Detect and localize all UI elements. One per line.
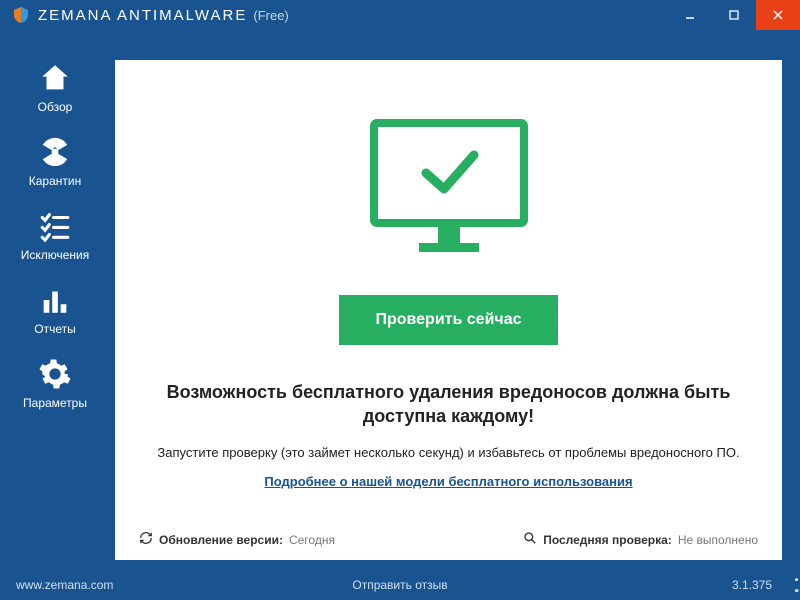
sidebar-item-settings[interactable]: Параметры [23, 356, 87, 410]
monitor-check-icon [364, 115, 534, 270]
sidebar-item-label: Отчеты [34, 322, 75, 336]
sidebar-item-reports[interactable]: Отчеты [34, 282, 75, 336]
window-controls [668, 0, 800, 30]
close-button[interactable] [756, 0, 800, 30]
gear-icon [37, 356, 73, 392]
footer: www.zemana.com Отправить отзыв 3.1.375 •… [0, 570, 800, 600]
subtext: Запустите проверку (это займет несколько… [157, 445, 739, 460]
headline-text: Возможность бесплатного удаления вредоно… [135, 380, 762, 429]
sidebar: Обзор Карантин Исключения [0, 60, 110, 410]
app-edition: (Free) [253, 8, 288, 23]
sidebar-item-label: Параметры [23, 396, 87, 410]
maximize-button[interactable] [712, 0, 756, 30]
minimize-button[interactable] [668, 0, 712, 30]
sidebar-item-exclusions[interactable]: Исключения [21, 208, 90, 262]
app-title: ZEMANA ANTIMALWARE [38, 7, 247, 24]
update-value: Сегодня [289, 533, 335, 547]
learn-more-link[interactable]: Подробнее о нашей модели бесплатного исп… [264, 474, 632, 489]
titlebar: ZEMANA ANTIMALWARE (Free) [0, 0, 800, 30]
sidebar-item-quarantine[interactable]: Карантин [29, 134, 81, 188]
sidebar-item-label: Карантин [29, 174, 81, 188]
scan-now-button[interactable]: Проверить сейчас [339, 295, 557, 345]
checklist-icon [37, 208, 73, 244]
version-text: 3.1.375 [732, 578, 772, 592]
app-logo-icon [12, 6, 30, 24]
refresh-icon [139, 531, 153, 548]
sidebar-item-label: Исключения [21, 248, 90, 262]
feedback-link[interactable]: Отправить отзыв [352, 578, 447, 592]
update-status[interactable]: Обновление версии: Сегодня [139, 531, 335, 548]
main-panel: Проверить сейчас Возможность бесплатного… [115, 60, 782, 560]
lastscan-value: Не выполнено [678, 533, 758, 547]
sidebar-item-overview[interactable]: Обзор [37, 60, 73, 114]
resize-grip-icon[interactable]: ••••• [794, 575, 796, 597]
website-link[interactable]: www.zemana.com [16, 578, 113, 592]
search-icon [523, 531, 537, 548]
lastscan-status[interactable]: Последняя проверка: Не выполнено [523, 531, 758, 548]
home-icon [37, 60, 73, 96]
sidebar-item-label: Обзор [38, 100, 73, 114]
radiation-icon [37, 134, 73, 170]
status-row: Обновление версии: Сегодня Последняя про… [135, 523, 762, 548]
update-label: Обновление версии: [159, 533, 283, 547]
bar-chart-icon [37, 282, 73, 318]
lastscan-label: Последняя проверка: [543, 533, 672, 547]
